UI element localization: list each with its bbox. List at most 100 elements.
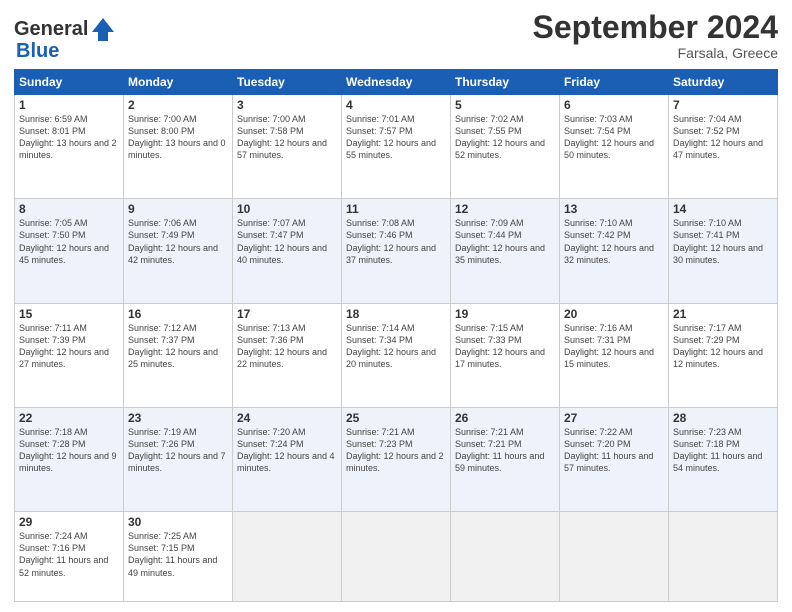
- day-info: Sunrise: 7:13 AM Sunset: 7:36 PM Dayligh…: [237, 322, 337, 371]
- calendar-cell: [669, 512, 778, 602]
- day-number: 3: [237, 98, 337, 112]
- calendar-week-row: 22 Sunrise: 7:18 AM Sunset: 7:28 PM Dayl…: [15, 407, 778, 511]
- day-number: 22: [19, 411, 119, 425]
- page: General Blue September 2024 Farsala, Gre…: [0, 0, 792, 612]
- calendar-cell: 21 Sunrise: 7:17 AM Sunset: 7:29 PM Dayl…: [669, 303, 778, 407]
- day-info: Sunrise: 7:07 AM Sunset: 7:47 PM Dayligh…: [237, 217, 337, 266]
- day-number: 9: [128, 202, 228, 216]
- calendar-week-row: 15 Sunrise: 7:11 AM Sunset: 7:39 PM Dayl…: [15, 303, 778, 407]
- header: General Blue September 2024 Farsala, Gre…: [14, 10, 778, 63]
- header-saturday: Saturday: [669, 70, 778, 95]
- day-info: Sunrise: 7:14 AM Sunset: 7:34 PM Dayligh…: [346, 322, 446, 371]
- day-info: Sunrise: 7:09 AM Sunset: 7:44 PM Dayligh…: [455, 217, 555, 266]
- day-info: Sunrise: 7:11 AM Sunset: 7:39 PM Dayligh…: [19, 322, 119, 371]
- day-number: 28: [673, 411, 773, 425]
- calendar-week-row: 1 Sunrise: 6:59 AM Sunset: 8:01 PM Dayli…: [15, 95, 778, 199]
- calendar-cell: 13 Sunrise: 7:10 AM Sunset: 7:42 PM Dayl…: [560, 199, 669, 303]
- day-info: Sunrise: 7:22 AM Sunset: 7:20 PM Dayligh…: [564, 426, 664, 475]
- day-number: 4: [346, 98, 446, 112]
- calendar-cell: 23 Sunrise: 7:19 AM Sunset: 7:26 PM Dayl…: [124, 407, 233, 511]
- calendar-cell: [560, 512, 669, 602]
- calendar-cell: 30 Sunrise: 7:25 AM Sunset: 7:15 PM Dayl…: [124, 512, 233, 602]
- day-info: Sunrise: 7:08 AM Sunset: 7:46 PM Dayligh…: [346, 217, 446, 266]
- calendar-cell: 1 Sunrise: 6:59 AM Sunset: 8:01 PM Dayli…: [15, 95, 124, 199]
- day-info: Sunrise: 7:24 AM Sunset: 7:16 PM Dayligh…: [19, 530, 119, 579]
- day-info: Sunrise: 7:00 AM Sunset: 8:00 PM Dayligh…: [128, 113, 228, 162]
- calendar-cell: 27 Sunrise: 7:22 AM Sunset: 7:20 PM Dayl…: [560, 407, 669, 511]
- calendar-cell: 9 Sunrise: 7:06 AM Sunset: 7:49 PM Dayli…: [124, 199, 233, 303]
- title-block: September 2024 Farsala, Greece: [533, 10, 778, 61]
- day-number: 5: [455, 98, 555, 112]
- calendar-cell: 29 Sunrise: 7:24 AM Sunset: 7:16 PM Dayl…: [15, 512, 124, 602]
- calendar-table: Sunday Monday Tuesday Wednesday Thursday…: [14, 69, 778, 602]
- day-number: 15: [19, 307, 119, 321]
- day-number: 20: [564, 307, 664, 321]
- day-info: Sunrise: 7:01 AM Sunset: 7:57 PM Dayligh…: [346, 113, 446, 162]
- day-info: Sunrise: 7:25 AM Sunset: 7:15 PM Dayligh…: [128, 530, 228, 579]
- location: Farsala, Greece: [533, 45, 778, 61]
- logo: General Blue: [14, 14, 118, 63]
- day-info: Sunrise: 6:59 AM Sunset: 8:01 PM Dayligh…: [19, 113, 119, 162]
- day-number: 14: [673, 202, 773, 216]
- day-info: Sunrise: 7:00 AM Sunset: 7:58 PM Dayligh…: [237, 113, 337, 162]
- day-info: Sunrise: 7:20 AM Sunset: 7:24 PM Dayligh…: [237, 426, 337, 475]
- day-number: 27: [564, 411, 664, 425]
- day-info: Sunrise: 7:21 AM Sunset: 7:21 PM Dayligh…: [455, 426, 555, 475]
- day-number: 18: [346, 307, 446, 321]
- calendar-cell: 5 Sunrise: 7:02 AM Sunset: 7:55 PM Dayli…: [451, 95, 560, 199]
- day-number: 30: [128, 515, 228, 529]
- calendar-cell: 19 Sunrise: 7:15 AM Sunset: 7:33 PM Dayl…: [451, 303, 560, 407]
- day-number: 19: [455, 307, 555, 321]
- calendar-cell: 28 Sunrise: 7:23 AM Sunset: 7:18 PM Dayl…: [669, 407, 778, 511]
- day-info: Sunrise: 7:06 AM Sunset: 7:49 PM Dayligh…: [128, 217, 228, 266]
- day-number: 25: [346, 411, 446, 425]
- calendar-header-row: Sunday Monday Tuesday Wednesday Thursday…: [15, 70, 778, 95]
- calendar-cell: 14 Sunrise: 7:10 AM Sunset: 7:41 PM Dayl…: [669, 199, 778, 303]
- calendar-cell: 12 Sunrise: 7:09 AM Sunset: 7:44 PM Dayl…: [451, 199, 560, 303]
- calendar-cell: 3 Sunrise: 7:00 AM Sunset: 7:58 PM Dayli…: [233, 95, 342, 199]
- header-monday: Monday: [124, 70, 233, 95]
- day-number: 1: [19, 98, 119, 112]
- month-title: September 2024: [533, 10, 778, 45]
- day-info: Sunrise: 7:16 AM Sunset: 7:31 PM Dayligh…: [564, 322, 664, 371]
- day-info: Sunrise: 7:10 AM Sunset: 7:42 PM Dayligh…: [564, 217, 664, 266]
- day-info: Sunrise: 7:19 AM Sunset: 7:26 PM Dayligh…: [128, 426, 228, 475]
- calendar-cell: 10 Sunrise: 7:07 AM Sunset: 7:47 PM Dayl…: [233, 199, 342, 303]
- calendar-cell: 26 Sunrise: 7:21 AM Sunset: 7:21 PM Dayl…: [451, 407, 560, 511]
- day-info: Sunrise: 7:04 AM Sunset: 7:52 PM Dayligh…: [673, 113, 773, 162]
- day-info: Sunrise: 7:17 AM Sunset: 7:29 PM Dayligh…: [673, 322, 773, 371]
- day-info: Sunrise: 7:02 AM Sunset: 7:55 PM Dayligh…: [455, 113, 555, 162]
- calendar-cell: [451, 512, 560, 602]
- logo-general: General: [14, 18, 88, 41]
- day-number: 11: [346, 202, 446, 216]
- day-info: Sunrise: 7:21 AM Sunset: 7:23 PM Dayligh…: [346, 426, 446, 475]
- day-info: Sunrise: 7:23 AM Sunset: 7:18 PM Dayligh…: [673, 426, 773, 475]
- day-number: 10: [237, 202, 337, 216]
- day-info: Sunrise: 7:12 AM Sunset: 7:37 PM Dayligh…: [128, 322, 228, 371]
- calendar-cell: 22 Sunrise: 7:18 AM Sunset: 7:28 PM Dayl…: [15, 407, 124, 511]
- day-number: 23: [128, 411, 228, 425]
- calendar-cell: [233, 512, 342, 602]
- calendar-cell: 16 Sunrise: 7:12 AM Sunset: 7:37 PM Dayl…: [124, 303, 233, 407]
- header-thursday: Thursday: [451, 70, 560, 95]
- calendar-cell: 17 Sunrise: 7:13 AM Sunset: 7:36 PM Dayl…: [233, 303, 342, 407]
- day-number: 29: [19, 515, 119, 529]
- header-tuesday: Tuesday: [233, 70, 342, 95]
- header-friday: Friday: [560, 70, 669, 95]
- day-number: 2: [128, 98, 228, 112]
- day-number: 24: [237, 411, 337, 425]
- day-info: Sunrise: 7:10 AM Sunset: 7:41 PM Dayligh…: [673, 217, 773, 266]
- day-number: 6: [564, 98, 664, 112]
- calendar-cell: 6 Sunrise: 7:03 AM Sunset: 7:54 PM Dayli…: [560, 95, 669, 199]
- calendar-cell: 11 Sunrise: 7:08 AM Sunset: 7:46 PM Dayl…: [342, 199, 451, 303]
- calendar-cell: 4 Sunrise: 7:01 AM Sunset: 7:57 PM Dayli…: [342, 95, 451, 199]
- header-sunday: Sunday: [15, 70, 124, 95]
- day-number: 26: [455, 411, 555, 425]
- header-wednesday: Wednesday: [342, 70, 451, 95]
- day-number: 7: [673, 98, 773, 112]
- calendar-cell: 2 Sunrise: 7:00 AM Sunset: 8:00 PM Dayli…: [124, 95, 233, 199]
- calendar-cell: 7 Sunrise: 7:04 AM Sunset: 7:52 PM Dayli…: [669, 95, 778, 199]
- day-info: Sunrise: 7:03 AM Sunset: 7:54 PM Dayligh…: [564, 113, 664, 162]
- day-number: 16: [128, 307, 228, 321]
- day-number: 12: [455, 202, 555, 216]
